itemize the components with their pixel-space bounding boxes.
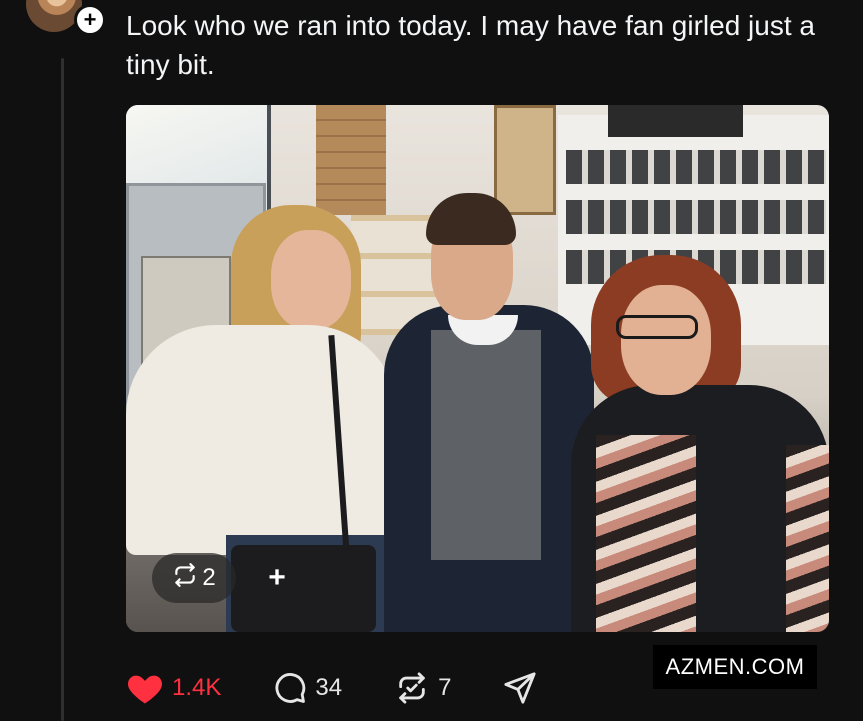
person-right-sleeve bbox=[786, 445, 829, 632]
heart-icon bbox=[126, 671, 164, 705]
thread-line bbox=[61, 58, 64, 721]
photo-menu-board bbox=[494, 105, 556, 215]
watermark: AZMEN.COM bbox=[653, 645, 817, 689]
repost-button[interactable]: 7 bbox=[394, 671, 451, 705]
person-left-sweater bbox=[126, 325, 398, 555]
repost-count: 7 bbox=[438, 674, 452, 701]
person-left-bag bbox=[231, 545, 376, 632]
post-text: Look who we ran into today. I may have f… bbox=[126, 10, 815, 80]
reply-button[interactable]: 34 bbox=[273, 671, 342, 705]
repost-icon bbox=[172, 562, 198, 595]
like-count: 1.4K bbox=[172, 674, 222, 701]
post-photo[interactable] bbox=[126, 105, 829, 632]
media-repost-count: 2 bbox=[202, 564, 216, 591]
plus-icon[interactable]: + bbox=[264, 563, 290, 593]
person-right-sweater bbox=[596, 435, 696, 632]
like-button[interactable]: 1.4K bbox=[126, 671, 221, 705]
person-center-sweater bbox=[431, 330, 541, 560]
share-button[interactable] bbox=[503, 671, 537, 705]
photo-tv-screen bbox=[608, 105, 743, 137]
share-icon bbox=[503, 671, 537, 705]
jar-row bbox=[566, 200, 826, 234]
person-right-glasses bbox=[616, 315, 698, 339]
reply-count: 34 bbox=[315, 674, 343, 701]
media-repost-pill[interactable]: 2 bbox=[152, 553, 236, 603]
person-left-face bbox=[271, 230, 351, 330]
repost-icon bbox=[394, 671, 430, 705]
person-right-face bbox=[621, 285, 711, 395]
jar-row bbox=[566, 150, 826, 184]
follow-plus-icon[interactable]: + bbox=[74, 4, 106, 36]
comment-icon bbox=[273, 671, 307, 705]
action-bar: 1.4K 34 7 bbox=[126, 666, 537, 710]
thread-post: + Look who we ran into today. I may have… bbox=[0, 0, 863, 721]
photo-wood-sign bbox=[316, 105, 386, 215]
